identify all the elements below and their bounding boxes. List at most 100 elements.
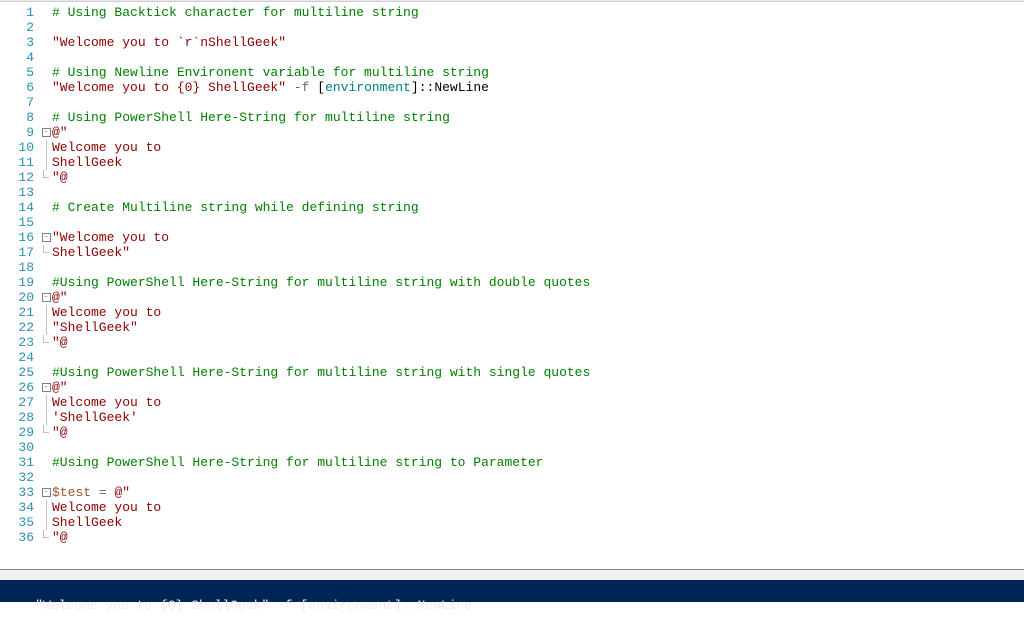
fold-column[interactable]: - - - - - [40,2,52,569]
fold-guide-icon [46,515,47,530]
fold-end-icon [43,425,49,433]
code-line[interactable]: "Welcome you to `r`nShellGeek" [52,35,1024,50]
code-token: # Create Multiline string while defining… [52,200,419,215]
fold-marker [40,320,52,335]
code-token: @" [52,290,68,305]
fold-guide-icon [46,395,47,410]
code-token: "ShellGeek" [52,320,138,335]
code-token: # Using Backtick character for multiline… [52,5,419,20]
code-token: ShellGeek [52,155,122,170]
code-line[interactable]: # Using Newline Environent variable for … [52,65,1024,80]
code-line[interactable]: "Welcome you to [52,230,1024,245]
line-number: 26 [0,380,34,395]
fold-marker [40,455,52,470]
code-line[interactable] [52,50,1024,65]
code-line[interactable] [52,20,1024,35]
code-line[interactable]: Welcome you to [52,140,1024,155]
line-number: 14 [0,200,34,215]
code-token: = [99,485,107,500]
code-line[interactable]: #Using PowerShell Here-String for multil… [52,455,1024,470]
code-line[interactable]: ShellGeek" [52,245,1024,260]
code-token: # Using PowerShell Here-String for multi… [52,110,450,125]
fold-marker [40,35,52,50]
code-line[interactable]: $test = @" [52,485,1024,500]
line-number: 22 [0,320,34,335]
fold-marker [40,80,52,95]
code-token: "Welcome you to {0} ShellGeek" [52,80,286,95]
code-token: #Using PowerShell Here-String for multil… [52,455,543,470]
code-line[interactable]: Welcome you to [52,500,1024,515]
fold-marker [40,5,52,20]
code-line[interactable]: "@ [52,530,1024,545]
fold-marker [40,155,52,170]
fold-guide-icon [46,500,47,515]
fold-guide-icon [46,140,47,155]
line-number: 23 [0,335,34,350]
fold-marker[interactable]: - [40,230,52,245]
code-line[interactable] [52,350,1024,365]
line-number: 4 [0,50,34,65]
code-token: #Using PowerShell Here-String for multil… [52,275,590,290]
line-number: 36 [0,530,34,545]
fold-end-icon [43,170,49,178]
line-number: 16 [0,230,34,245]
code-line[interactable]: "@ [52,425,1024,440]
code-line[interactable]: 'ShellGeek' [52,410,1024,425]
line-number: 31 [0,455,34,470]
console-output[interactable]: "Welcome you to {0} ShellGeek" -f [envir… [0,580,1024,602]
line-number: 30 [0,440,34,455]
fold-marker[interactable]: - [40,380,52,395]
fold-collapse-icon[interactable]: - [42,233,51,242]
fold-marker [40,65,52,80]
code-line[interactable]: # Using Backtick character for multiline… [52,5,1024,20]
code-token [91,485,99,500]
code-line[interactable]: "ShellGeek" [52,320,1024,335]
code-area[interactable]: # Using Backtick character for multiline… [52,2,1024,569]
code-line[interactable] [52,470,1024,485]
code-line[interactable]: Welcome you to [52,395,1024,410]
code-line[interactable]: #Using PowerShell Here-String for multil… [52,275,1024,290]
line-number: 3 [0,35,34,50]
code-token: NewLine [434,80,489,95]
code-line[interactable]: "Welcome you to {0} ShellGeek" -f [envir… [52,80,1024,95]
code-line[interactable]: # Using PowerShell Here-String for multi… [52,110,1024,125]
line-number: 9 [0,125,34,140]
code-token: #Using PowerShell Here-String for multil… [52,365,590,380]
line-number-gutter: 1234567891011121314151617181920212223242… [0,2,40,569]
code-token: Welcome you to [52,395,169,410]
code-line[interactable]: @" [52,290,1024,305]
code-line[interactable] [52,95,1024,110]
line-number: 2 [0,20,34,35]
fold-marker [40,425,52,440]
code-line[interactable] [52,260,1024,275]
fold-collapse-icon[interactable]: - [42,293,51,302]
code-line[interactable] [52,215,1024,230]
fold-collapse-icon[interactable]: - [42,488,51,497]
fold-marker[interactable]: - [40,290,52,305]
fold-marker [40,110,52,125]
code-line[interactable]: @" [52,125,1024,140]
code-line[interactable]: # Create Multiline string while defining… [52,200,1024,215]
code-token: "@ [52,335,68,350]
code-line[interactable]: ShellGeek [52,155,1024,170]
fold-marker[interactable]: - [40,485,52,500]
code-line[interactable]: #Using PowerShell Here-String for multil… [52,365,1024,380]
code-token: "@ [52,170,68,185]
code-line[interactable]: Welcome you to [52,305,1024,320]
code-line[interactable]: @" [52,380,1024,395]
code-editor[interactable]: 1234567891011121314151617181920212223242… [0,2,1024,569]
line-number: 11 [0,155,34,170]
console-divider[interactable] [0,570,1024,580]
fold-collapse-icon[interactable]: - [42,128,51,137]
code-line[interactable] [52,185,1024,200]
fold-marker [40,245,52,260]
code-line[interactable] [52,440,1024,455]
fold-collapse-icon[interactable]: - [42,383,51,392]
code-line[interactable]: ShellGeek [52,515,1024,530]
code-line[interactable]: "@ [52,170,1024,185]
code-token [286,80,294,95]
line-number: 13 [0,185,34,200]
fold-marker[interactable]: - [40,125,52,140]
line-number: 24 [0,350,34,365]
code-line[interactable]: "@ [52,335,1024,350]
